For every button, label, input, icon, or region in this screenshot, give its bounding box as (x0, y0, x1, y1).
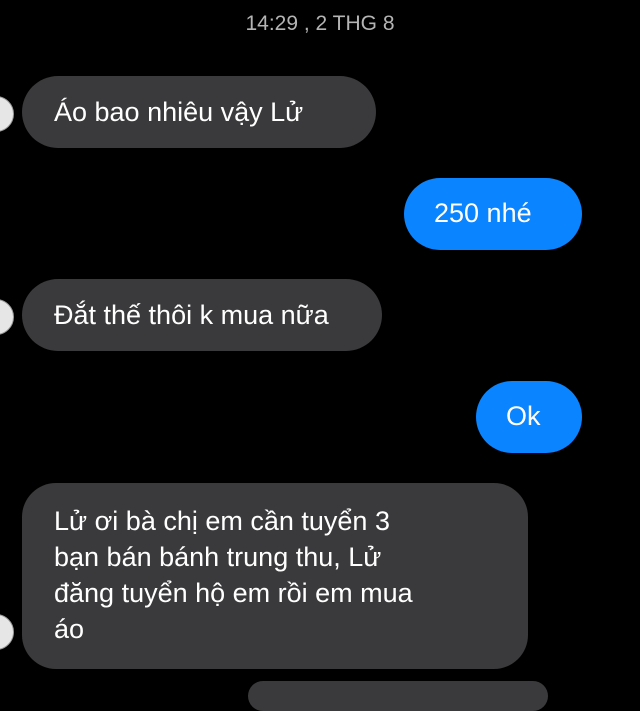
message-text: Đắt thế thôi k mua nữa (54, 300, 329, 330)
message-timestamp: 14:29 , 2 THG 8 (245, 12, 395, 35)
message-text: Áo bao nhiêu vậy Lử (54, 97, 304, 127)
message-text-line: bạn bán bánh trung thu, Lử (54, 542, 382, 572)
message-text-line: đăng tuyển hộ em rồi em mua (54, 578, 413, 608)
message-text-line: Lử ơi bà chị em cần tuyển 3 (54, 506, 390, 536)
sender-avatar[interactable] (0, 299, 14, 335)
outgoing-message-bubble[interactable]: Ok (476, 381, 582, 453)
outgoing-message-bubble[interactable]: 250 nhé (404, 178, 582, 250)
incoming-message-bubble[interactable]: Áo bao nhiêu vậy Lử (22, 76, 376, 148)
incoming-message-bubble[interactable]: Đắt thế thôi k mua nữa (22, 279, 382, 351)
next-message-bubble-partial[interactable] (248, 681, 548, 711)
sender-avatar[interactable] (0, 614, 14, 650)
message-text: 250 nhé (434, 198, 532, 228)
message-text: Ok (506, 401, 541, 431)
incoming-message-bubble[interactable]: Lử ơi bà chị em cần tuyển 3 bạn bán bánh… (22, 483, 528, 669)
sender-avatar[interactable] (0, 96, 14, 132)
message-text-line: áo (54, 614, 85, 644)
